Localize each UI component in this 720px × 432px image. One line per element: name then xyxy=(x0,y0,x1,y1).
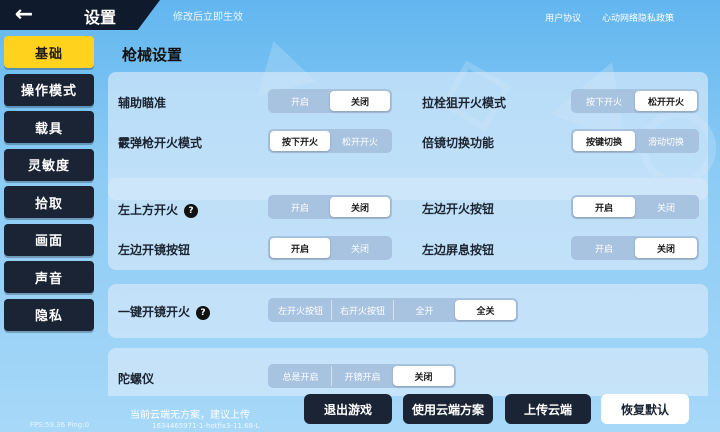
sidebar-item-privacy[interactable]: 隐私 xyxy=(4,298,94,331)
left-top-fire-label: 左上方开火? xyxy=(118,201,199,218)
settings-group-gyro: 陀螺仪 总是开启 开镜开启 关闭 xyxy=(108,348,708,396)
left-breath-button-option-off[interactable]: 关闭 xyxy=(635,238,697,258)
left-breath-button-label: 左边屏息按钮 xyxy=(422,243,495,257)
left-top-fire-label-text: 左上方开火 xyxy=(118,203,179,217)
sidebar-item-graphics[interactable]: 画面 xyxy=(4,223,94,256)
gyroscope-label: 陀螺仪 xyxy=(118,372,155,386)
header-links: 用户协议 心动网络隐私政策 xyxy=(527,11,674,24)
sidebar-item-control-mode[interactable]: 操作模式 xyxy=(4,73,94,106)
one-key-option-left-fire[interactable]: 左开火按钮 xyxy=(270,300,332,320)
left-scope-button-option-on[interactable]: 开启 xyxy=(270,238,330,258)
left-fire-button-toggle: 开启 关闭 xyxy=(571,195,699,219)
shotgun-option-release[interactable]: 松开开火 xyxy=(330,131,390,151)
help-icon[interactable]: ? xyxy=(196,305,211,320)
left-breath-button-option-on[interactable]: 开启 xyxy=(573,238,635,258)
bolt-sniper-option-release[interactable]: 松开开火 xyxy=(635,91,697,111)
shotgun-toggle: 按下开火 松开开火 xyxy=(268,129,392,153)
sidebar-item-vehicle[interactable]: 载具 xyxy=(4,111,94,143)
build-id: 1634465971-1-hotfix3-11.68-L xyxy=(152,422,260,430)
one-key-option-all-on[interactable]: 全开 xyxy=(394,300,455,320)
upload-cloud-button[interactable]: 上传云端 xyxy=(505,394,591,424)
sidebar-item-sensitivity[interactable]: 灵敏度 xyxy=(4,148,94,181)
bolt-sniper-option-press[interactable]: 按下开火 xyxy=(573,91,635,111)
settings-group-one-key: 一键开镜开火? 左开火按钮 右开火按钮 全开 全关 xyxy=(108,284,708,338)
aim-assist-toggle: 开启 关闭 xyxy=(268,89,392,113)
left-scope-button-label: 左边开镜按钮 xyxy=(118,243,191,257)
left-fire-button-option-off[interactable]: 关闭 xyxy=(635,197,697,217)
gyro-option-off[interactable]: 关闭 xyxy=(393,366,454,386)
exit-game-button[interactable]: 退出游戏 xyxy=(304,394,392,424)
left-scope-button-toggle: 开启 关闭 xyxy=(268,236,392,260)
scope-switch-option-slide[interactable]: 滑动切换 xyxy=(635,131,697,151)
aim-assist-option-off[interactable]: 关闭 xyxy=(330,91,390,111)
aim-assist-label: 辅助瞄准 xyxy=(118,96,167,110)
top-bar: ← 设置 修改后立即生效 用户协议 心动网络隐私政策 xyxy=(0,0,720,30)
back-arrow-icon[interactable]: ← xyxy=(10,3,38,27)
use-cloud-button[interactable]: 使用云端方案 xyxy=(403,394,493,424)
fps-readout: FPS:59.36 Ping:0 xyxy=(30,421,90,429)
settings-group-buttons: 左上方开火? 开启 关闭 左边开火按钮 开启 关闭 左边开镜按钮 开启 关闭 左… xyxy=(108,178,708,270)
bolt-sniper-toggle: 按下开火 松开开火 xyxy=(571,89,699,113)
privacy-policy-link[interactable]: 心动网络隐私政策 xyxy=(602,14,674,24)
one-key-scope-fire-toggle: 左开火按钮 右开火按钮 全开 全关 xyxy=(268,298,518,322)
bolt-sniper-label: 拉栓狙开火模式 xyxy=(422,96,507,110)
shotgun-label: 霰弹枪开火模式 xyxy=(118,136,203,150)
sidebar-item-sound[interactable]: 声音 xyxy=(4,261,94,293)
cloud-note: 当前云端无方案，建议上传 xyxy=(130,410,250,421)
one-key-option-all-off[interactable]: 全关 xyxy=(455,300,516,320)
left-fire-button-label: 左边开火按钮 xyxy=(422,202,495,216)
left-top-fire-toggle: 开启 关闭 xyxy=(268,195,392,219)
section-title: 枪械设置 xyxy=(122,46,183,64)
shotgun-option-press[interactable]: 按下开火 xyxy=(270,131,330,151)
restore-default-button[interactable]: 恢复默认 xyxy=(601,394,689,424)
sidebar-item-pickup[interactable]: 拾取 xyxy=(4,186,94,218)
aim-assist-option-on[interactable]: 开启 xyxy=(270,91,330,111)
left-scope-button-option-off[interactable]: 关闭 xyxy=(330,238,390,258)
scope-switch-toggle: 按键切换 滑动切换 xyxy=(571,129,699,153)
user-agreement-link[interactable]: 用户协议 xyxy=(545,14,581,24)
help-icon[interactable]: ? xyxy=(184,203,199,218)
left-top-fire-option-on[interactable]: 开启 xyxy=(270,197,330,217)
scope-switch-label: 倍镜切换功能 xyxy=(422,136,495,150)
gyroscope-toggle: 总是开启 开镜开启 关闭 xyxy=(268,364,456,388)
left-fire-button-option-on[interactable]: 开启 xyxy=(573,197,635,217)
page-title: 设置 xyxy=(84,8,117,27)
one-key-option-right-fire[interactable]: 右开火按钮 xyxy=(332,300,394,320)
left-top-fire-option-off[interactable]: 关闭 xyxy=(330,197,390,217)
gyro-option-scope[interactable]: 开镜开启 xyxy=(332,366,393,386)
one-key-scope-fire-label-text: 一键开镜开火 xyxy=(118,305,191,319)
sidebar: 基础 操作模式 载具 灵敏度 拾取 画面 声音 隐私 xyxy=(4,36,94,336)
gyro-option-always[interactable]: 总是开启 xyxy=(270,366,332,386)
scope-switch-option-key[interactable]: 按键切换 xyxy=(573,131,635,151)
one-key-scope-fire-label: 一键开镜开火? xyxy=(118,303,211,320)
hint-text: 修改后立即生效 xyxy=(173,12,243,23)
settings-panel: 枪械设置 辅助瞄准 开启 关闭 拉栓狙开火模式 按下开火 松开开火 霰弹枪开火模… xyxy=(100,36,710,396)
left-breath-button-toggle: 开启 关闭 xyxy=(571,236,699,260)
sidebar-item-basic[interactable]: 基础 xyxy=(4,36,94,68)
